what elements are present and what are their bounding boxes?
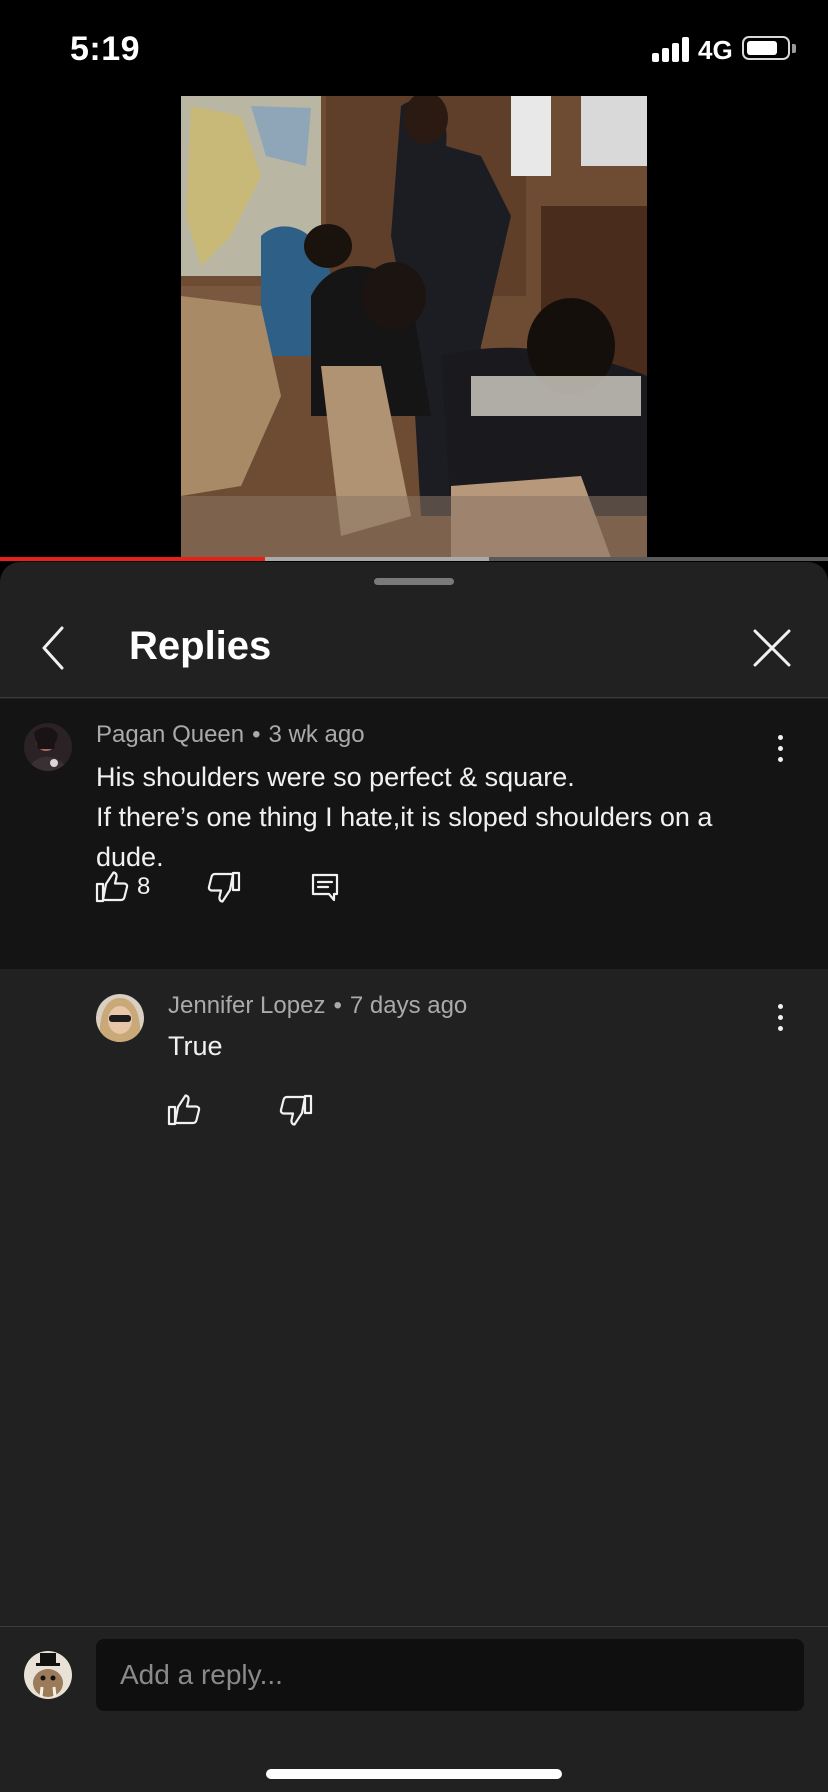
avatar[interactable] (96, 994, 144, 1042)
back-button[interactable] (30, 620, 80, 676)
meta-separator: • (333, 992, 342, 1019)
more-vert-icon[interactable] (768, 729, 792, 769)
reply-time: 7 days ago (349, 992, 468, 1019)
replies-sheet: Replies Pagan Queen • 3 wk ago His shoul… (0, 562, 828, 1792)
network-label: 4G (698, 35, 733, 65)
reply-input-bar: Add a reply... (0, 1626, 828, 1792)
close-button[interactable] (748, 620, 796, 676)
sheet-header: Replies (0, 598, 828, 698)
status-time: 5:19 (70, 30, 141, 68)
comment-text: His shoulders were so perfect & square. … (96, 757, 786, 877)
reply-author[interactable]: Jennifer Lopez (168, 992, 325, 1019)
comment-meta: Pagan Queen • 3 wk ago (96, 721, 365, 749)
avatar[interactable] (24, 723, 72, 771)
drag-handle[interactable] (374, 578, 454, 585)
reply-comment-icon (311, 873, 339, 902)
current-user-avatar (24, 1651, 72, 1699)
video-progress-bar[interactable] (0, 557, 828, 561)
avatar-image (24, 723, 72, 771)
comment-line: His shoulders were so perfect & square. (96, 762, 575, 792)
dislike-button[interactable] (278, 1092, 314, 1128)
signal-icon (652, 36, 692, 62)
sheet-title: Replies (129, 624, 272, 668)
video-frame-image (181, 96, 647, 558)
reply-meta: Jennifer Lopez • 7 days ago (168, 992, 467, 1020)
battery-icon (742, 36, 790, 60)
status-bar: 5:19 4G (0, 0, 828, 96)
comment-author[interactable]: Pagan Queen (96, 721, 244, 748)
reply-input[interactable]: Add a reply... (96, 1639, 804, 1711)
reply-placeholder: Add a reply... (120, 1659, 283, 1690)
more-vert-icon[interactable] (768, 998, 792, 1038)
reply-button[interactable] (308, 869, 344, 905)
meta-separator: • (252, 721, 261, 748)
close-icon (753, 629, 791, 667)
parent-comment: Pagan Queen • 3 wk ago His shoulders were … (0, 699, 828, 969)
progress-played (0, 557, 265, 561)
thumbs-up-icon (167, 1094, 201, 1126)
avatar-image (96, 994, 144, 1042)
comment-time: 3 wk ago (268, 721, 365, 748)
thumbs-down-icon (207, 871, 241, 903)
back-arrow-icon (42, 626, 64, 670)
dislike-button[interactable] (206, 869, 242, 905)
home-indicator (266, 1769, 562, 1779)
battery-cap (792, 44, 796, 53)
thumbs-up-icon (95, 871, 129, 903)
like-count: 8 (137, 873, 151, 900)
like-button[interactable] (166, 1092, 202, 1128)
like-button[interactable] (94, 869, 130, 905)
comment-line: If there’s one thing I hate,it is sloped… (96, 802, 713, 872)
avatar-image (24, 1651, 72, 1699)
screen: 5:19 4G Replies Pagan Queen • 3 wk ago H… (0, 0, 828, 1792)
video-player[interactable] (181, 96, 647, 558)
reply-text: True (168, 1031, 223, 1061)
thumbs-down-icon (279, 1094, 313, 1126)
